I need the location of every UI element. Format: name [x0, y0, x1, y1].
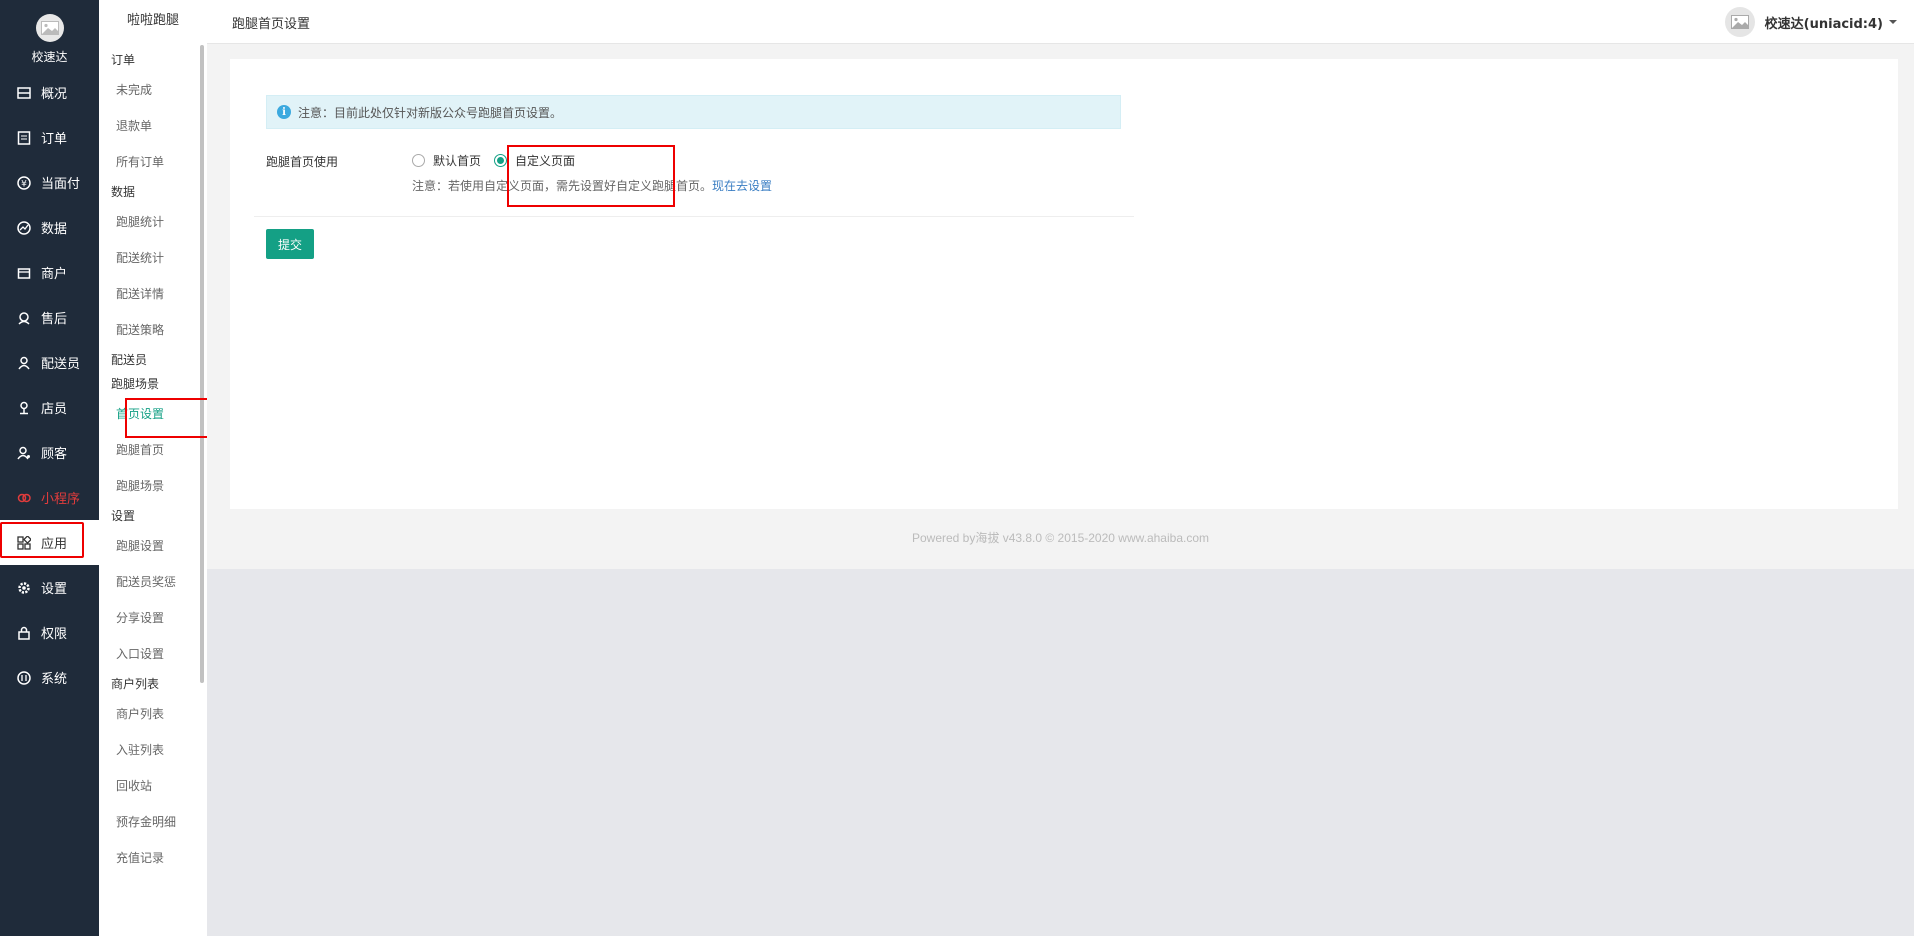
brand-avatar[interactable] [35, 14, 64, 42]
settings-panel: i 注意：目前此处仅针对新版公众号跑腿首页设置。 跑腿首页使用 默认首页 自定义… [230, 59, 1898, 509]
nav-item-label: 订单 [41, 132, 68, 147]
sub-item-settled-list[interactable]: 入驻列表 [99, 732, 199, 768]
sub-item-unfinished[interactable]: 未完成 [99, 72, 199, 108]
sub-item-all-orders[interactable]: 所有订单 [99, 144, 199, 180]
chevron-down-icon [1889, 20, 1897, 24]
svg-text:¥: ¥ [21, 179, 27, 189]
sub-item-delivery-stats[interactable]: 配送统计 [99, 240, 199, 276]
sub-item-courier-rewards[interactable]: 配送员奖惩 [99, 564, 199, 600]
clerk-icon [16, 400, 32, 416]
main-sidebar: 校速达 概况 订单 ¥ 当面付 数据 商户 售后 配送员 店员 顾客 小程序 应… [0, 0, 99, 936]
user-name: 校速达(uniacid:4) [1764, 16, 1883, 32]
nav-item-label: 权限 [41, 627, 68, 642]
radio-default-home[interactable] [412, 154, 425, 167]
system-icon [16, 670, 32, 686]
sub-item-home-settings[interactable]: 首页设置 [99, 396, 225, 438]
order-icon [16, 130, 32, 146]
nav-item-miniapp[interactable]: 小程序 [0, 475, 99, 520]
user-menu[interactable]: 校速达(uniacid:4) [1724, 7, 1897, 37]
radio-custom-page[interactable] [494, 154, 508, 167]
nav-item-couriers[interactable]: 配送员 [0, 340, 99, 385]
sub-sidebar-title: 啦啦跑腿 [126, 13, 179, 28]
sub-item-share-settings[interactable]: 分享设置 [99, 600, 199, 636]
main-nav: 概况 订单 ¥ 当面付 数据 商户 售后 配送员 店员 顾客 小程序 应用 设置… [0, 70, 99, 700]
nav-item-aftersale[interactable]: 售后 [0, 295, 99, 340]
top-bar: 跑腿首页设置 校速达(uniacid:4) [207, 0, 1914, 44]
nav-item-permissions[interactable]: 权限 [0, 610, 99, 655]
lock-icon [16, 625, 32, 641]
nav-item-label: 顾客 [41, 447, 68, 462]
nav-item-label: 店员 [41, 402, 68, 417]
yen-icon: ¥ [16, 175, 32, 191]
nav-item-label: 概况 [41, 87, 68, 102]
courier-icon [16, 355, 32, 371]
nav-item-label: 设置 [41, 582, 68, 597]
nav-item-label: 商户 [41, 267, 68, 282]
nav-item-label: 当面付 [41, 177, 81, 192]
radio-label-default[interactable]: 默认首页 [433, 152, 481, 169]
store-icon [16, 265, 32, 281]
sub-group-scenes: 跑腿场景 [111, 377, 160, 391]
sub-group-data: 数据 [111, 185, 136, 199]
sub-item-entry-settings[interactable]: 入口设置 [99, 636, 199, 672]
nav-item-merchants[interactable]: 商户 [0, 250, 99, 295]
notice-text: 注意：目前此处仅针对新版公众号跑腿首页设置。 [298, 105, 563, 120]
nav-item-customers[interactable]: 顾客 [0, 430, 99, 475]
apps-icon [16, 535, 32, 551]
page-title: 跑腿首页设置 [232, 17, 311, 32]
sub-item-merchant-list[interactable]: 商户列表 [99, 696, 199, 732]
nav-item-apps[interactable]: 应用 [0, 520, 99, 565]
sub-sidebar: 啦啦跑腿 订单 未完成 退款单 所有订单 数据 跑腿统计 配送统计 配送详情 配… [99, 0, 225, 936]
sub-group-merchant-list: 商户列表 [111, 677, 160, 691]
sub-item-recycle-bin[interactable]: 回收站 [99, 768, 199, 804]
sub-group-couriers: 配送员 [111, 353, 148, 367]
sub-item-errand-stats[interactable]: 跑腿统计 [99, 204, 199, 240]
gear-icon [16, 580, 32, 596]
notice-bar: i 注意：目前此处仅针对新版公众号跑腿首页设置。 [266, 95, 1121, 129]
brand: 校速达 [0, 0, 99, 76]
brand-name: 校速达 [31, 50, 68, 64]
sub-item-deposit-details[interactable]: 预存金明细 [99, 804, 199, 840]
nav-item-label: 系统 [41, 672, 68, 687]
sub-item-delivery-details[interactable]: 配送详情 [99, 276, 199, 312]
chart-icon [16, 220, 32, 236]
sub-item-errand-settings[interactable]: 跑腿设置 [99, 528, 199, 564]
nav-item-label: 配送员 [41, 357, 81, 372]
nav-item-label: 数据 [41, 222, 68, 237]
nav-item-overview[interactable]: 概况 [0, 70, 99, 115]
submit-button[interactable]: 提交 [266, 229, 314, 259]
avatar [1724, 7, 1755, 37]
dashboard-icon [16, 85, 32, 101]
sub-item-refunds[interactable]: 退款单 [99, 108, 199, 144]
nav-item-label: 售后 [41, 312, 68, 327]
nav-item-system[interactable]: 系统 [0, 655, 99, 700]
content-area: i 注意：目前此处仅针对新版公众号跑腿首页设置。 跑腿首页使用 默认首页 自定义… [207, 44, 1914, 569]
nav-item-settings[interactable]: 设置 [0, 565, 99, 610]
nav-item-data[interactable]: 数据 [0, 205, 99, 250]
nav-item-label: 应用 [41, 537, 68, 552]
footer: Powered by海拔 v43.8.0 © 2015-2020 www.aha… [911, 531, 1209, 545]
sub-group-settings: 设置 [111, 509, 136, 523]
annotation-highlight [507, 145, 675, 207]
form-label: 跑腿首页使用 [266, 155, 339, 169]
info-icon: i [277, 105, 291, 119]
divider [254, 216, 1134, 217]
sub-item-recharge-records[interactable]: 充值记录 [99, 840, 199, 876]
sub-item-delivery-strategy[interactable]: 配送策略 [99, 312, 199, 348]
customer-icon [16, 445, 32, 461]
nav-item-facepay[interactable]: ¥ 当面付 [0, 160, 99, 205]
sub-group-orders: 订单 [111, 53, 136, 67]
go-settings-link[interactable]: 现在去设置 [712, 179, 772, 193]
sub-sidebar-scrollbar[interactable] [200, 45, 204, 683]
nav-item-clerks[interactable]: 店员 [0, 385, 99, 430]
sub-nav: 订单 未完成 退款单 所有订单 数据 跑腿统计 配送统计 配送详情 配送策略 配… [99, 48, 225, 876]
sub-item-errand-scenes[interactable]: 跑腿场景 [99, 468, 199, 504]
nav-item-orders[interactable]: 订单 [0, 115, 99, 160]
miniapp-icon [16, 490, 32, 506]
support-icon [16, 310, 32, 326]
nav-item-label: 小程序 [41, 492, 81, 507]
